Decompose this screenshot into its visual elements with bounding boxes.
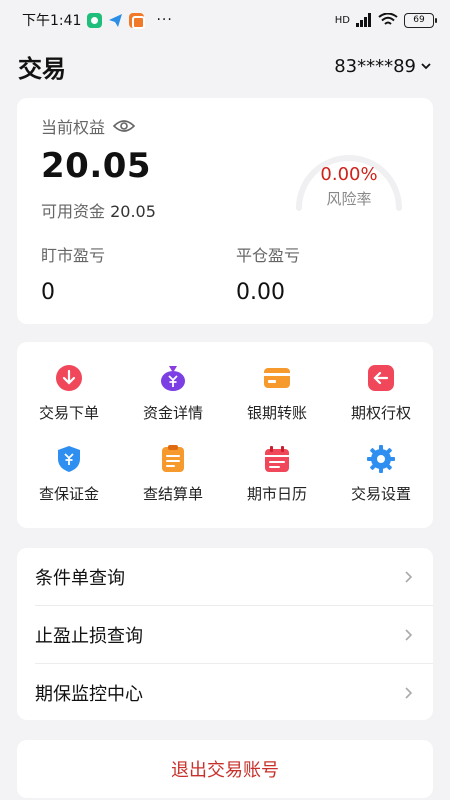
function-label: 查结算单 <box>142 485 203 503</box>
send-notification-icon <box>108 13 123 28</box>
exercise-icon <box>368 365 394 391</box>
bank-card-icon <box>264 368 290 388</box>
network-hd-label: HD <box>334 14 350 26</box>
order-icon <box>56 365 82 391</box>
shield-yen-icon <box>58 446 80 472</box>
page-header: 交易 83****89 <box>0 44 450 88</box>
app-notification-icon <box>87 12 103 28</box>
function-grid-card: 交易下单 资金详情 银期转账 期权行权 查保证金 查结算单 期市日历 交易设置 <box>17 342 433 528</box>
list-item-monitoring-center[interactable]: 期保监控中心 <box>17 664 433 721</box>
close-pl-value: 0.00 <box>236 280 285 305</box>
logout-label: 退出交易账号 <box>171 760 279 781</box>
money-bag-icon <box>161 366 185 391</box>
status-bar: 下午1:41 ··· HD 69 <box>0 0 450 40</box>
app-badge-icon <box>129 12 146 29</box>
calendar-icon <box>265 446 289 472</box>
equity-value: 20.05 <box>41 146 152 186</box>
equity-card: 当前权益 20.05 可用资金 20.05 0.00% 风险率 盯市盈亏 0 平… <box>17 98 433 324</box>
available-funds-label: 可用资金 <box>41 202 106 221</box>
chevron-down-icon <box>421 63 431 70</box>
function-fund-details[interactable]: 资金详情 <box>121 364 225 423</box>
function-label: 银期转账 <box>246 404 307 422</box>
status-time: 下午1:41 <box>22 13 82 29</box>
query-list: 条件单查询 止盈止损查询 期保监控中心 <box>17 548 433 720</box>
function-option-exercise[interactable]: 期权行权 <box>329 364 433 423</box>
list-item-label: 期保监控中心 <box>35 683 143 705</box>
page-title: 交易 <box>18 54 66 83</box>
function-label: 交易设置 <box>350 485 411 503</box>
mark-to-market-pl: 盯市盈亏 0 <box>41 242 105 305</box>
gear-icon <box>367 445 395 473</box>
function-market-calendar[interactable]: 期市日历 <box>225 445 329 504</box>
function-label: 资金详情 <box>142 404 203 422</box>
mark-to-market-value: 0 <box>41 280 55 305</box>
logout-button[interactable]: 退出交易账号 <box>17 740 433 798</box>
eye-icon[interactable] <box>113 118 136 134</box>
list-item-label: 止盈止损查询 <box>35 625 143 647</box>
chevron-right-icon <box>405 628 413 641</box>
wifi-icon <box>378 13 398 25</box>
function-grid: 交易下单 资金详情 银期转账 期权行权 查保证金 查结算单 期市日历 交易设置 <box>17 364 433 504</box>
function-settlement-query[interactable]: 查结算单 <box>121 445 225 504</box>
risk-rate-value: 0.00% <box>320 164 378 185</box>
available-funds: 可用资金 20.05 <box>41 198 156 222</box>
function-margin-query[interactable]: 查保证金 <box>17 445 121 504</box>
function-label: 查保证金 <box>38 485 99 503</box>
settlement-doc-icon <box>162 445 184 472</box>
risk-rate-label: 风险率 <box>326 190 372 208</box>
available-funds-value: 20.05 <box>110 202 156 221</box>
more-notifications-icon: ··· <box>156 12 173 28</box>
function-order[interactable]: 交易下单 <box>17 364 121 423</box>
function-bank-transfer[interactable]: 银期转账 <box>225 364 329 423</box>
list-item-stop-profit-loss-query[interactable]: 止盈止损查询 <box>17 606 433 663</box>
chevron-right-icon <box>405 686 413 699</box>
function-label: 期市日历 <box>246 485 307 503</box>
mark-to-market-label: 盯市盈亏 <box>41 246 106 265</box>
function-label: 期权行权 <box>350 404 411 422</box>
account-selector[interactable]: 83****89 <box>334 56 432 77</box>
close-pl-label: 平仓盈亏 <box>236 246 301 265</box>
list-item-label: 条件单查询 <box>35 567 125 589</box>
signal-icon <box>356 13 371 27</box>
close-pl: 平仓盈亏 0.00 <box>236 242 300 305</box>
chevron-right-icon <box>405 570 413 583</box>
function-trade-settings[interactable]: 交易设置 <box>329 445 433 504</box>
list-item-conditional-order-query[interactable]: 条件单查询 <box>17 548 433 605</box>
account-number: 83****89 <box>334 55 416 77</box>
function-label: 交易下单 <box>38 404 99 422</box>
battery-icon: 69 <box>404 12 437 28</box>
equity-label: 当前权益 <box>41 118 106 137</box>
